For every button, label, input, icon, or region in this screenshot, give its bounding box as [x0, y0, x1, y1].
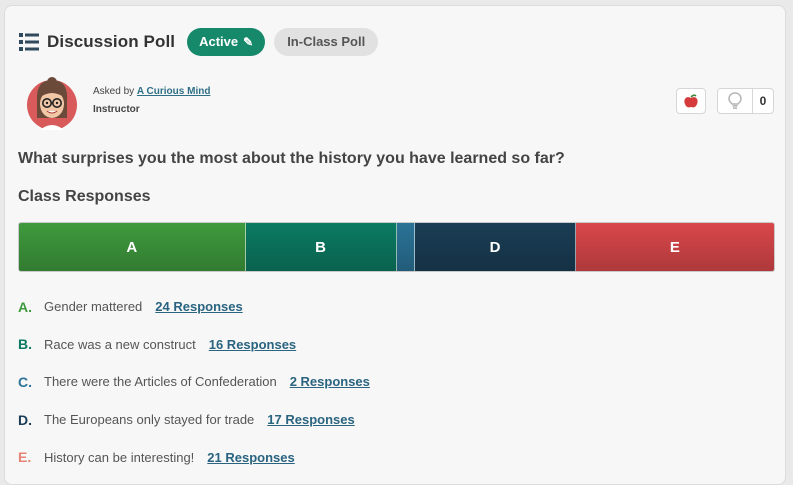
options-list: A. Gender mattered 24 Responses B. Race was …	[18, 288, 370, 476]
option-letter: E.	[18, 449, 32, 466]
asked-by-prefix: Asked by	[93, 86, 135, 97]
option-text: Race was a new construct	[44, 336, 196, 352]
option-text: There were the Articles of Confederation	[44, 374, 277, 390]
bar-segment-a[interactable]: A	[19, 223, 246, 271]
bar-segment-label: B	[315, 238, 326, 256]
lightbulb-icon	[718, 89, 753, 113]
in-class-poll-badge: In-Class Poll	[274, 28, 379, 56]
option-responses-link[interactable]: 17 Responses	[267, 412, 354, 427]
option-row-b: B. Race was a new construct 16 Responses	[18, 326, 370, 364]
option-text: Gender mattered	[44, 299, 143, 315]
idea-button[interactable]: 0	[717, 88, 774, 114]
page-title: Discussion Poll	[47, 32, 176, 51]
option-letter: C.	[18, 373, 32, 390]
option-letter: B.	[18, 336, 32, 353]
bar-segment-d[interactable]: D	[415, 223, 576, 271]
option-responses-link[interactable]: 21 Responses	[207, 450, 294, 465]
option-row-d: D. The Europeans only stayed for trade 17 …	[18, 401, 370, 439]
poll-header: Discussion Poll Active ✎ In-Class Poll	[19, 28, 379, 56]
asked-by-line: Asked by A Curious Mind	[93, 86, 210, 97]
option-row-a: A. Gender mattered 24 Responses	[18, 288, 370, 326]
bar-segment-c[interactable]	[396, 223, 416, 271]
option-responses-link[interactable]: 16 Responses	[209, 337, 296, 352]
bar-segment-b[interactable]: B	[245, 223, 397, 271]
poll-card: Discussion Poll Active ✎ In-Class Poll A…	[4, 5, 786, 485]
pencil-icon: ✎	[243, 35, 254, 49]
list-icon	[19, 33, 39, 51]
poll-question: What surprises you the most about the hi…	[18, 150, 565, 167]
author-role: Instructor	[93, 104, 140, 115]
idea-count: 0	[759, 94, 767, 108]
option-row-e: E. History can be interesting! 21 Response…	[18, 438, 370, 476]
active-status-button[interactable]: Active ✎	[187, 28, 266, 56]
option-responses-link[interactable]: 2 Responses	[290, 374, 370, 389]
apple-icon	[684, 94, 698, 108]
avatar	[27, 77, 77, 130]
apple-button[interactable]	[676, 88, 706, 114]
class-responses-heading: Class Responses	[18, 188, 151, 205]
bar-segment-label: D	[489, 238, 501, 256]
option-letter: D.	[18, 411, 32, 428]
author-link[interactable]: A Curious Mind	[137, 86, 211, 97]
responses-bar: ABDE	[18, 222, 775, 272]
option-text: The Europeans only stayed for trade	[44, 412, 255, 428]
option-letter: A.	[18, 298, 32, 315]
active-label: Active	[199, 34, 239, 49]
bar-segment-label: E	[669, 238, 680, 256]
bar-segment-e[interactable]: E	[575, 223, 774, 271]
option-row-c: C. There were the Articles of Confederati…	[18, 363, 370, 401]
option-responses-link[interactable]: 24 Responses	[155, 299, 242, 314]
option-text: History can be interesting!	[44, 449, 195, 465]
bar-segment-label: A	[126, 238, 138, 256]
